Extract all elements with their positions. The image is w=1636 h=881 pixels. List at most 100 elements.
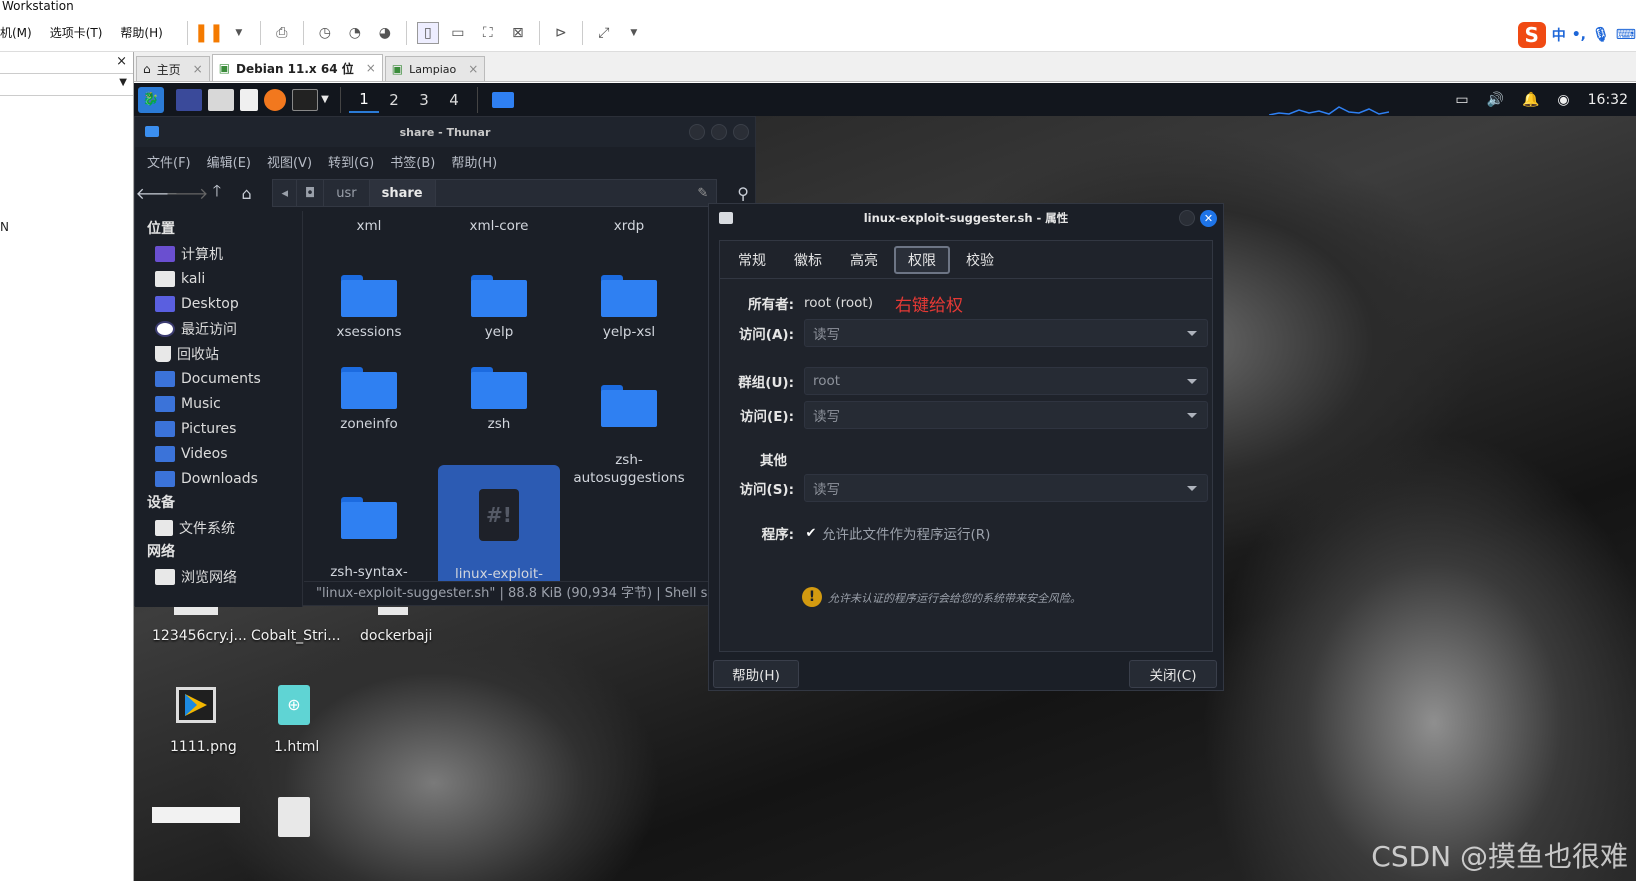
place-recent[interactable]: 最近访问 [135,316,302,341]
file-item[interactable]: xrdp [568,211,690,235]
forward-arrow-icon[interactable]: 🡒 [166,181,209,205]
file-item[interactable]: zoneinfo [308,367,430,433]
sogou-logo-icon[interactable]: S [1517,22,1546,48]
thunar-titlebar[interactable]: share - Thunar [135,117,755,147]
file-icon[interactable] [378,607,408,615]
clock[interactable]: 16:32 [1588,92,1628,108]
file-item[interactable]: zsh [438,367,560,433]
png-image-icon[interactable] [176,687,216,723]
fullscreen-icon[interactable]: ⛶ [477,22,499,44]
minimize-button[interactable] [1179,210,1195,226]
group-access-select[interactable]: 读写 [804,401,1208,429]
desktop-item-label[interactable]: dockerbaji [360,628,432,644]
place-documents[interactable]: Documents [135,366,302,391]
close-button[interactable] [733,124,749,140]
root-drive-icon[interactable]: ◘ [297,180,325,206]
path-scroll-left-icon[interactable]: ◂ [273,180,297,206]
microphone-icon[interactable]: 🎙 [1592,27,1610,43]
file-item[interactable]: zsh- autosuggestions [568,367,690,487]
tab-lampiao[interactable]: ▣ Lampiao × [384,56,486,81]
desktop-item-label[interactable]: 123456cry.j... [152,628,247,644]
place-pictures[interactable]: Pictures [135,416,302,441]
show-desktop-icon[interactable] [176,88,202,111]
place-music[interactable]: Music [135,391,302,416]
menu-help[interactable]: 帮助(H) [451,152,497,171]
place-kali[interactable]: kali [135,266,302,291]
text-editor-icon[interactable] [240,88,258,111]
path-crumb-share[interactable]: share [369,180,436,206]
dialog-titlebar[interactable]: linux-exploit-suggester.sh - 属性 ✕ [709,204,1223,232]
text-image-icon[interactable] [152,807,240,823]
guest-screen[interactable]: 🐉 ▼ 1 2 3 4 ▭ 🔊 🔔 ◉ 16:32 share - Thunar [134,83,1636,881]
tab-highlight[interactable]: 高亮 [838,246,890,274]
file-grid[interactable]: xml xml-core xrdp xsessions yelp yelp-xs… [304,211,756,581]
exec-checkbox[interactable]: ✔ [804,526,818,541]
maximize-button[interactable] [711,124,727,140]
firefox-icon[interactable] [264,88,286,111]
desktop-item-label[interactable]: 1111.png [170,739,237,755]
chevron-down-icon[interactable]: ▼ [318,87,332,113]
menu-file[interactable]: 文件(F) [147,152,191,171]
tab-emblems[interactable]: 徽标 [782,246,834,274]
blank-file-icon[interactable] [278,797,310,837]
keyboard-icon[interactable]: ⌨ [1616,27,1636,43]
pause-dropdown-icon[interactable]: ▼ [228,22,250,44]
tab-home[interactable]: ⌂ 主页 × [136,56,210,81]
minimize-button[interactable] [689,124,705,140]
edit-path-icon[interactable]: ✎ [697,186,716,201]
display-icon[interactable]: ▭ [1455,92,1468,108]
close-dialog-button[interactable]: 关闭(C) [1129,660,1217,688]
kali-menu-icon[interactable]: 🐉 [138,86,164,113]
file-item[interactable]: yelp [438,275,560,341]
console-view-icon[interactable]: ▭ [447,22,469,44]
workspace-3[interactable]: 3 [409,87,439,113]
menu-edit[interactable]: 编辑(E) [207,152,251,171]
stretch-dropdown-icon[interactable]: ▼ [623,22,645,44]
tab-debian[interactable]: ▣ Debian 11.x 64 位 × [211,54,383,81]
device-filesystem[interactable]: 文件系统 [135,515,302,540]
host-menu-machine[interactable]: 机(M) [0,24,32,41]
notification-bell-icon[interactable]: 🔔 [1522,92,1539,108]
help-button[interactable]: 帮助(H) [713,660,799,688]
tab-checksum[interactable]: 校验 [954,246,1006,274]
image-file-icon[interactable] [174,607,218,615]
tab-general[interactable]: 常规 [726,246,778,274]
power-icon[interactable]: ◉ [1557,92,1569,108]
tab-permissions[interactable]: 权限 [894,245,950,274]
revert-snapshot-icon[interactable]: ◔ [344,22,366,44]
volume-icon[interactable]: 🔊 [1487,92,1504,108]
exec-checkbox-label[interactable]: 允许此文件作为程序运行(R) [822,523,990,543]
owner-access-select[interactable]: 读写 [804,319,1208,347]
sidebar-toggle-icon[interactable]: ▯ [416,21,439,44]
close-icon[interactable]: × [193,62,203,76]
close-icon[interactable]: × [116,54,127,69]
workspace-1[interactable]: 1 [349,87,379,113]
file-item[interactable]: yelp-xsl [568,275,690,341]
snapshot-icon[interactable]: ◷ [314,22,336,44]
group-select[interactable]: root [804,367,1208,395]
place-computer[interactable]: 计算机 [135,241,302,266]
desktop-item-label[interactable]: Cobalt_Stri... [251,628,341,644]
ime-punctuation[interactable]: •, [1572,27,1586,43]
file-item[interactable]: xml-core [438,211,560,235]
close-icon[interactable]: × [366,61,376,75]
home-icon[interactable]: ⌂ [235,181,259,205]
host-menu-help[interactable]: 帮助(H) [120,24,162,41]
sidebar-search[interactable]: ▼ [0,74,133,96]
file-manager-icon[interactable] [208,88,234,111]
file-item[interactable]: zsh-syntax- highlighting [308,479,430,581]
file-item[interactable]: xml [308,211,430,235]
taskbar-thunar-icon[interactable] [492,91,514,108]
place-desktop[interactable]: Desktop [135,291,302,316]
unity-icon[interactable]: ⊠ [507,22,529,44]
file-item[interactable]: xsessions [308,275,430,341]
others-access-select[interactable]: 读写 [804,474,1208,502]
workspace-4[interactable]: 4 [439,87,469,113]
menu-view[interactable]: 视图(V) [267,152,312,171]
workspace-2[interactable]: 2 [379,87,409,113]
search-icon[interactable]: ⚲ [731,181,755,205]
pause-icon[interactable]: ❚❚ [194,22,224,44]
file-item-selected[interactable]: #! linux-exploit- suggester.sh [438,465,560,581]
place-videos[interactable]: Videos [135,441,302,466]
terminal-icon[interactable] [292,88,318,111]
